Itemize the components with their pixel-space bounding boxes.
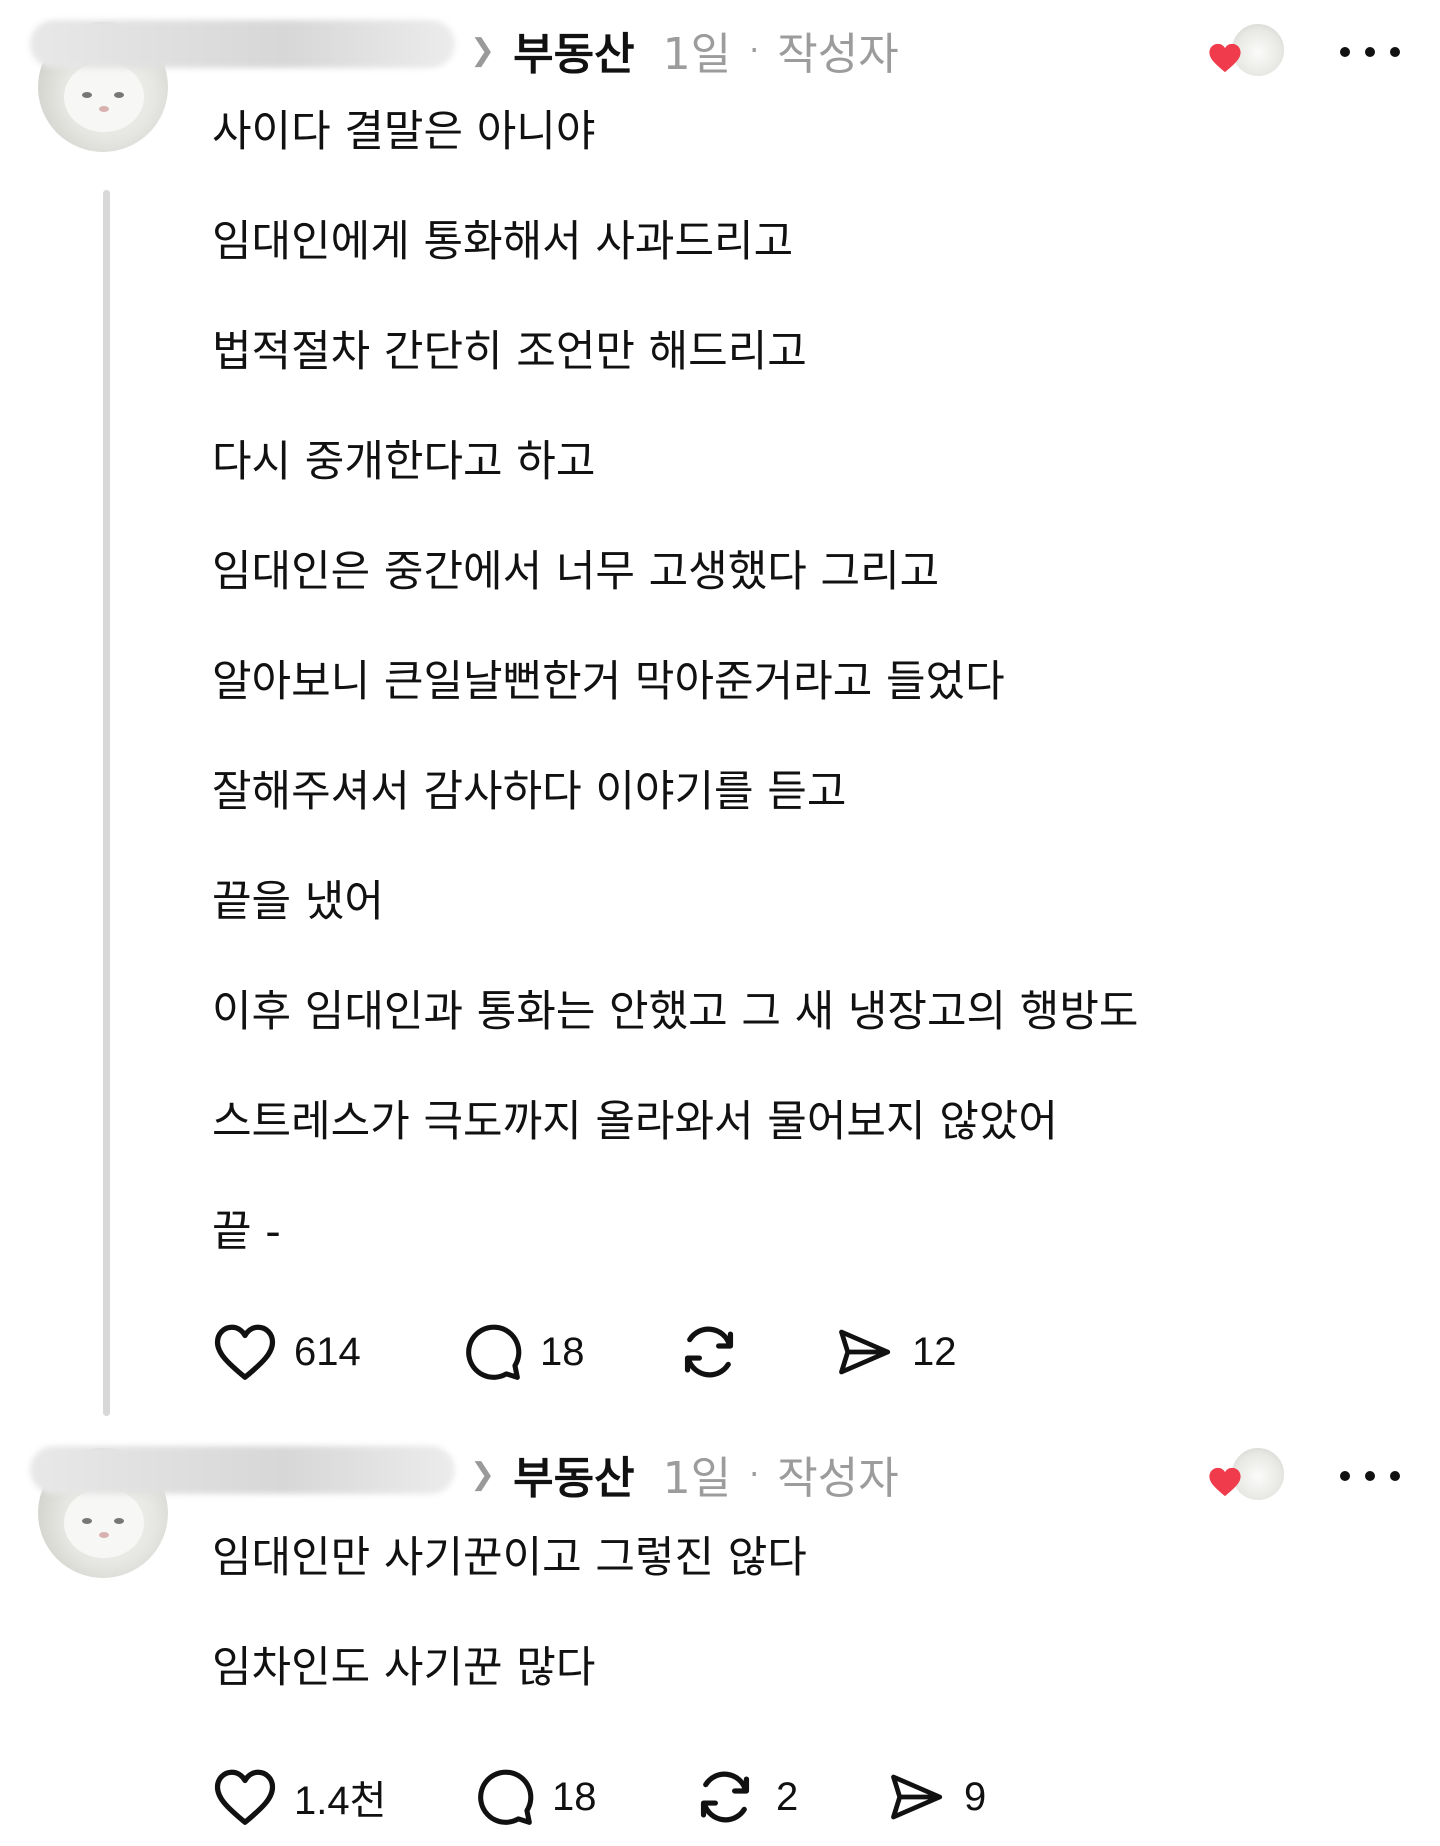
repost-count: 2 xyxy=(776,1774,799,1819)
more-options-button[interactable] xyxy=(1340,32,1400,72)
reply-count: 18 xyxy=(552,1774,597,1819)
comment-post: ❯ 부동산 1일 · 작성자 임대인만 사기꾼이고 그렇진 않다 임차인도 사기… xyxy=(0,1420,1440,1846)
more-options-button[interactable] xyxy=(1340,1456,1400,1496)
more-dot xyxy=(1365,47,1375,57)
send-icon xyxy=(891,1774,943,1820)
post-text-line: 임차인도 사기꾼 많다 xyxy=(212,1643,596,1693)
action-bar: 1.4천 18 2 9 xyxy=(212,1762,1312,1832)
speech-bubble-icon xyxy=(478,1769,534,1825)
share-count: 12 xyxy=(912,1329,957,1374)
thread-line xyxy=(103,190,110,1416)
post-time: 1일 xyxy=(662,1453,732,1504)
chevron-right-icon: ❯ xyxy=(470,32,496,68)
heart-filled-icon xyxy=(1209,1467,1241,1497)
post-text-line: 이후 임대인과 통화는 안했고 그 새 냉장고의 행방도 xyxy=(212,987,1139,1037)
username-blurred[interactable] xyxy=(30,20,455,68)
username-blurred[interactable] xyxy=(30,1446,455,1494)
post-text-line: 임대인만 사기꾼이고 그렇진 않다 xyxy=(212,1533,807,1583)
separator: · xyxy=(749,31,760,69)
heart-icon xyxy=(214,1769,276,1825)
post-text-line: 다시 중개한다고 하고 xyxy=(212,437,596,487)
repost-button[interactable]: 2 xyxy=(690,1762,798,1832)
topic-label[interactable]: 부동산 xyxy=(513,18,634,82)
more-dot xyxy=(1390,47,1400,57)
reply-button[interactable]: 18 xyxy=(460,1317,585,1387)
author-tag: 작성자 xyxy=(777,29,899,80)
like-button[interactable]: 614 xyxy=(212,1317,361,1387)
repost-arrows-icon xyxy=(684,1326,734,1378)
more-dot xyxy=(1365,1471,1375,1481)
more-dot xyxy=(1340,47,1350,57)
repost-arrows-icon xyxy=(700,1771,750,1823)
share-button[interactable]: 12 xyxy=(832,1317,957,1387)
more-dot xyxy=(1390,1471,1400,1481)
author-tag: 작성자 xyxy=(777,1453,899,1504)
post-text-line: 임대인은 중간에서 너무 고생했다 그리고 xyxy=(212,547,940,597)
post-text-line: 사이다 결말은 아니야 xyxy=(212,107,596,157)
speech-bubble-icon xyxy=(466,1324,522,1380)
post-text-line: 법적절차 간단히 조언만 해드리고 xyxy=(212,327,807,377)
heart-filled-icon xyxy=(1209,43,1241,73)
post-time: 1일 xyxy=(662,29,732,80)
send-icon xyxy=(839,1329,891,1375)
author-liked-badge xyxy=(1208,22,1286,78)
post-text-line: 끝 - xyxy=(212,1207,281,1257)
post-meta: ❯ 부동산 1일 · 작성자 xyxy=(470,20,899,80)
topic-label[interactable]: 부동산 xyxy=(513,1442,634,1506)
like-count: 1.4천 xyxy=(294,1779,387,1823)
post-text-line: 끝을 냈어 xyxy=(212,877,384,927)
post-meta: ❯ 부동산 1일 · 작성자 xyxy=(470,1444,899,1504)
action-bar: 614 18 12 xyxy=(212,1317,1312,1387)
share-count: 9 xyxy=(964,1774,987,1819)
reply-button[interactable]: 18 xyxy=(472,1762,597,1832)
reply-count: 18 xyxy=(540,1329,585,1374)
post-text-line: 알아보니 큰일날뻔한거 막아준거라고 들었다 xyxy=(212,657,1005,707)
heart-icon xyxy=(214,1324,276,1380)
post-text-line: 임대인에게 통화해서 사과드리고 xyxy=(212,217,794,267)
author-liked-badge xyxy=(1208,1446,1286,1502)
like-button[interactable]: 1.4천 xyxy=(212,1762,386,1832)
post-text-line: 스트레스가 극도까지 올라와서 물어보지 않았어 xyxy=(212,1097,1058,1147)
separator: · xyxy=(749,1455,760,1493)
comment-post: ❯ 부동산 1일 · 작성자 사이다 결말은 아니야 임대인에게 통화해서 사과… xyxy=(0,0,1440,1420)
chevron-right-icon: ❯ xyxy=(470,1456,496,1492)
share-button[interactable]: 9 xyxy=(884,1762,986,1832)
more-dot xyxy=(1340,1471,1350,1481)
post-text-line: 잘해주셔서 감사하다 이야기를 듣고 xyxy=(212,767,847,817)
like-count: 614 xyxy=(294,1329,361,1374)
repost-button[interactable] xyxy=(674,1317,760,1387)
